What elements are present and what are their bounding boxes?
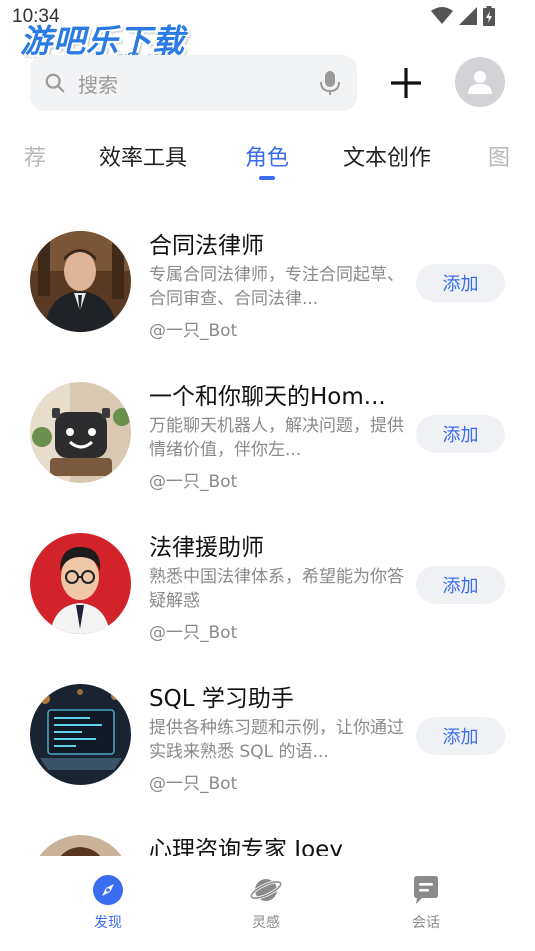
- nav-inspiration[interactable]: 灵感: [226, 874, 306, 932]
- nav-label: 发现: [94, 915, 122, 931]
- avatar: [30, 835, 131, 856]
- item-description: 提供各种练习题和示例，让你通过实践来熟悉 SQL 的语...: [149, 718, 404, 762]
- item-title: 法律援助师: [149, 535, 264, 561]
- list-item[interactable]: 心理咨询专家 Joey: [0, 820, 535, 856]
- add-button[interactable]: 添加: [416, 717, 505, 755]
- nav-label: 会话: [412, 915, 440, 931]
- item-author: @一只_Bot: [149, 774, 238, 794]
- battery-icon: [483, 6, 495, 26]
- item-description: 万能聊天机器人，解决问题，提供情绪价值，伴你左...: [149, 416, 404, 460]
- avatar: [30, 533, 131, 634]
- add-button[interactable]: 添加: [416, 415, 505, 453]
- list-item[interactable]: 法律援助师 熟悉中国法律体系，希望能为你答疑解惑 @一只_Bot 添加: [0, 518, 535, 669]
- list-item[interactable]: SQL 学习助手 提供各种练习题和示例，让你通过实践来熟悉 SQL 的语... …: [0, 669, 535, 820]
- tab-recommended[interactable]: 荐: [24, 140, 46, 172]
- item-description: 熟悉中国法律体系，希望能为你答疑解惑: [149, 567, 404, 611]
- laptop-code-image: [30, 684, 131, 785]
- search-icon: [45, 73, 65, 93]
- robot-portrait-image: [30, 382, 131, 483]
- app-screen: 10:34 游吧乐下载 ySL.com 搜索 荐 效率工具: [0, 0, 535, 951]
- compass-icon: [93, 875, 123, 905]
- nav-discover[interactable]: 发现: [68, 874, 148, 932]
- chat-icon: [414, 876, 438, 904]
- nav-conversations[interactable]: 会话: [386, 874, 466, 932]
- search-input[interactable]: 搜索: [78, 69, 319, 98]
- avatar: [30, 382, 131, 483]
- user-avatar[interactable]: [455, 57, 505, 107]
- add-icon[interactable]: [385, 62, 427, 104]
- add-button[interactable]: 添加: [416, 566, 505, 604]
- signal-icon: [459, 7, 477, 25]
- nav-label: 灵感: [252, 915, 280, 931]
- microphone-icon[interactable]: [319, 70, 341, 96]
- item-description: 专属合同法律师，专注合同起草、合同审查、合同法律...: [149, 265, 404, 309]
- item-author: @一只_Bot: [149, 321, 238, 341]
- search-bar[interactable]: 搜索: [30, 55, 357, 111]
- status-icons: [431, 6, 495, 26]
- woman-portrait-image: [30, 835, 131, 856]
- avatar: [30, 231, 131, 332]
- tab-text-creation[interactable]: 文本创作: [343, 140, 431, 172]
- category-tabs: 荐 效率工具 角色 文本创作 图: [0, 140, 535, 184]
- tab-image[interactable]: 图: [488, 140, 510, 172]
- item-title: 一个和你聊天的Hom...: [149, 384, 386, 410]
- user-icon: [468, 71, 492, 94]
- list-item[interactable]: 合同法律师 专属合同法律师，专注合同起草、合同审查、合同法律... @一只_Bo…: [0, 216, 535, 367]
- item-title: 心理咨询专家 Joey: [149, 837, 343, 856]
- item-title: SQL 学习助手: [149, 686, 294, 712]
- active-tab-indicator: [259, 176, 275, 180]
- tab-efficiency-tools[interactable]: 效率工具: [99, 140, 187, 172]
- lawyer-portrait-image: [30, 231, 131, 332]
- avatar: [30, 684, 131, 785]
- planet-icon: [250, 879, 282, 901]
- wifi-icon: [431, 7, 453, 24]
- list-item[interactable]: 一个和你聊天的Hom... 万能聊天机器人，解决问题，提供情绪价值，伴你左...…: [0, 367, 535, 518]
- bot-list: 合同法律师 专属合同法律师，专注合同起草、合同审查、合同法律... @一只_Bo…: [0, 216, 535, 856]
- item-author: @一只_Bot: [149, 623, 238, 643]
- item-title: 合同法律师: [149, 233, 264, 259]
- item-author: @一只_Bot: [149, 472, 238, 492]
- glasses-man-portrait-image: [30, 533, 131, 634]
- bottom-nav: 发现 灵感 会话: [0, 856, 535, 951]
- add-button[interactable]: 添加: [416, 264, 505, 302]
- tab-roles[interactable]: 角色: [245, 140, 289, 172]
